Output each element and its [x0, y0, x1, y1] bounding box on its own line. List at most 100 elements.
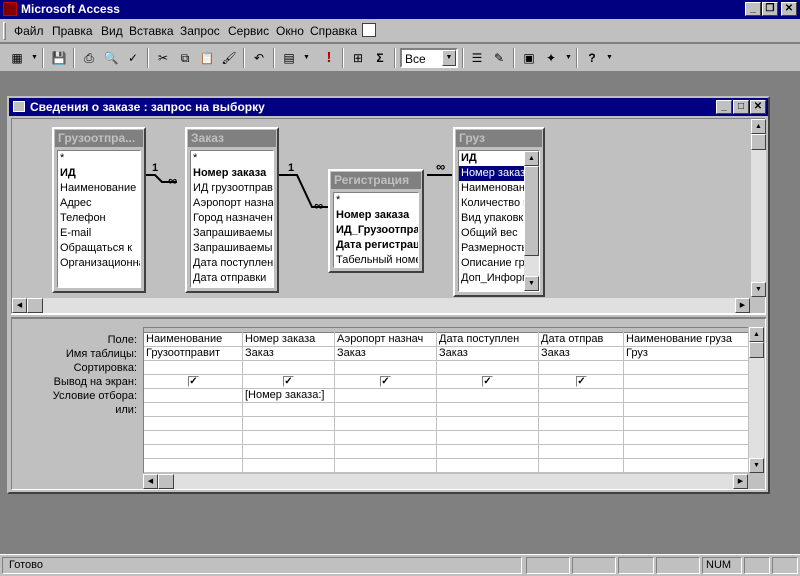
table-cell[interactable]: Грузоотправит — [144, 347, 242, 361]
field-cell[interactable]: Дата поступлен — [437, 333, 538, 347]
field-item[interactable]: Номер заказа — [191, 166, 273, 181]
table-order[interactable]: Заказ * Номер заказа ИД грузоотправ Аэропор… — [185, 127, 279, 293]
table-title[interactable]: Груз — [456, 130, 542, 147]
field-cell[interactable]: Дата отправ — [539, 333, 623, 347]
show-cell[interactable]: ✓ — [437, 375, 538, 389]
field-item[interactable]: Дата регистрац — [334, 238, 418, 253]
print-preview-icon[interactable]: 🔍 — [100, 48, 122, 69]
minimize-query-button[interactable]: _ — [716, 100, 732, 114]
menu-help[interactable]: Справка — [310, 24, 357, 38]
sort-cell[interactable] — [335, 361, 436, 375]
empty-cell[interactable] — [539, 431, 623, 445]
spelling-icon[interactable]: ✓ — [122, 48, 144, 69]
menu-file[interactable]: Файл — [14, 24, 44, 38]
table-cell[interactable]: Заказ — [437, 347, 538, 361]
grid-column[interactable]: Номер заказа Заказ ✓ [Номер заказа:] — [243, 328, 335, 473]
field-item[interactable]: * — [191, 151, 273, 166]
criteria-cell[interactable] — [335, 389, 436, 403]
menu-window[interactable]: Окно — [276, 24, 304, 38]
scroll-left-icon[interactable]: ◀ — [12, 298, 27, 313]
show-cell[interactable]: ✓ — [335, 375, 436, 389]
empty-cell[interactable] — [539, 403, 623, 417]
new-object-icon[interactable]: ✦ — [540, 48, 562, 69]
field-item[interactable]: Описание гру — [459, 256, 524, 271]
empty-cell[interactable] — [144, 403, 242, 417]
scroll-down-icon[interactable]: ▼ — [751, 282, 766, 297]
empty-cell[interactable] — [144, 417, 242, 431]
empty-cell[interactable] — [144, 459, 242, 473]
empty-cell[interactable] — [624, 459, 748, 473]
menubar-grip[interactable] — [3, 22, 6, 40]
criteria-cell[interactable] — [144, 389, 242, 403]
criteria-cell[interactable]: [Номер заказа:] — [243, 389, 334, 403]
empty-cell[interactable] — [624, 431, 748, 445]
diagram-hscroll[interactable]: ◀ ▶ — [12, 298, 750, 313]
scroll-up-icon[interactable]: ▲ — [749, 327, 764, 342]
field-item[interactable]: * — [334, 193, 418, 208]
view-dropdown-icon[interactable]: ▼ — [31, 54, 38, 61]
undo-icon[interactable]: ↶ — [248, 48, 270, 69]
field-item[interactable]: Дата отправки — [191, 271, 273, 286]
grid-vscroll[interactable]: ▲ ▼ — [749, 327, 764, 473]
grid-hscroll[interactable]: ◀ ▶ — [143, 474, 748, 489]
print-icon[interactable]: ⎙ — [78, 48, 100, 69]
diagram-vscroll[interactable]: ▲ ▼ — [751, 119, 766, 297]
field-list[interactable]: * Номер заказа ИД грузоотправ Аэропорт назн… — [190, 150, 274, 288]
help-icon[interactable]: ? — [581, 48, 603, 69]
scroll-thumb[interactable] — [524, 166, 539, 256]
table-cell[interactable]: Заказ — [243, 347, 334, 361]
query-icon[interactable] — [13, 101, 25, 112]
save-icon[interactable]: 💾 — [48, 48, 70, 69]
table-title[interactable]: Регистрация — [331, 172, 421, 189]
field-cell[interactable]: Наименование — [144, 333, 242, 347]
menu-insert[interactable]: Вставка — [129, 24, 174, 38]
field-item[interactable]: Обращаться к — [58, 241, 140, 256]
field-item[interactable]: Табельный номе — [334, 253, 418, 267]
cargo-scrollbar[interactable]: ▲ ▼ — [524, 151, 539, 291]
field-item[interactable]: ИД — [459, 151, 524, 166]
restore-app-button[interactable]: ❐ — [762, 2, 778, 16]
field-item[interactable]: Наименование — [58, 181, 140, 196]
empty-cell[interactable] — [624, 403, 748, 417]
field-item[interactable]: Организационна — [58, 256, 140, 271]
totals-sigma-icon[interactable]: Σ — [369, 48, 391, 69]
table-title[interactable]: Грузоотпра... — [55, 130, 143, 147]
scroll-thumb[interactable] — [27, 298, 43, 313]
field-cell[interactable]: Аэропорт назнач — [335, 333, 436, 347]
field-list[interactable]: * Номер заказа ИД_Грузоотправ Дата регистра… — [333, 192, 419, 268]
criteria-cell[interactable] — [437, 389, 538, 403]
grid-column[interactable]: Наименование груза Груз — [624, 328, 748, 473]
menu-tools[interactable]: Сервис — [228, 24, 269, 38]
field-item[interactable]: E-mail — [58, 226, 140, 241]
field-item[interactable]: ИД грузоотправ — [191, 181, 273, 196]
empty-cell[interactable] — [243, 459, 334, 473]
field-list[interactable]: * ИД Наименование Адрес Телефон E-mail Обращат… — [57, 150, 141, 288]
empty-cell[interactable] — [243, 445, 334, 459]
menu-query[interactable]: Запрос — [180, 24, 220, 38]
empty-cell[interactable] — [335, 417, 436, 431]
scroll-thumb[interactable] — [749, 342, 764, 358]
chevron-down-icon[interactable]: ▼ — [442, 50, 456, 66]
table-cell[interactable]: Заказ — [539, 347, 623, 361]
scroll-up-icon[interactable]: ▲ — [751, 119, 766, 134]
sort-cell[interactable] — [243, 361, 334, 375]
table-cell[interactable]: Груз — [624, 347, 748, 361]
table-diagram-pane[interactable]: 1 ∞ 1 ∞ ∞ Грузоотпра... * ИД Наименование А… — [11, 118, 766, 314]
field-item[interactable]: Общий вес — [459, 226, 524, 241]
field-item[interactable]: * — [58, 151, 140, 166]
field-list[interactable]: ИДНомер заказаНаименованиКоличество мВид… — [458, 150, 540, 292]
show-cell[interactable]: ✓ — [539, 375, 623, 389]
grid-column[interactable]: Наименование Грузоотправит ✓ — [144, 328, 243, 473]
show-checkbox[interactable]: ✓ — [380, 376, 391, 387]
empty-cell[interactable] — [437, 459, 538, 473]
grid-column[interactable]: Дата поступлен Заказ ✓ — [437, 328, 539, 473]
empty-cell[interactable] — [243, 431, 334, 445]
empty-cell[interactable] — [335, 403, 436, 417]
run-icon[interactable]: ! — [318, 48, 340, 69]
table-title[interactable]: Заказ — [188, 130, 276, 147]
table-cargo[interactable]: Груз ИДНомер заказаНаименованиКоличество… — [453, 127, 545, 297]
new-object-dropdown-icon[interactable]: ▼ — [565, 54, 572, 61]
sort-cell[interactable] — [624, 361, 748, 375]
field-item[interactable]: ИД — [58, 166, 140, 181]
top-values-combo[interactable]: Все ▼ — [400, 48, 458, 68]
